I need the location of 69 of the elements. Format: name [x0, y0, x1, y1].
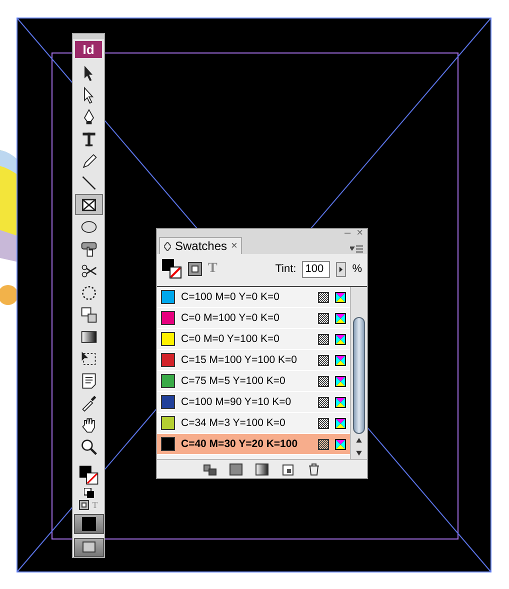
hand-icon	[80, 416, 98, 434]
close-button[interactable]: ×	[356, 229, 363, 237]
show-swatches-icon[interactable]	[203, 462, 217, 476]
container-icon[interactable]	[188, 262, 202, 276]
cmyk-icon	[335, 312, 346, 324]
updown-icon	[164, 242, 171, 250]
swatch-row[interactable]: C=100 M=0 Y=0 K=0	[157, 287, 350, 308]
app-logo: Id	[75, 40, 102, 58]
line-icon	[80, 174, 98, 192]
checker-icon	[318, 396, 329, 408]
dotted-circle-icon	[80, 284, 98, 302]
checker-icon	[318, 354, 329, 366]
normal-view-button[interactable]	[74, 514, 104, 534]
checker-icon	[318, 418, 329, 428]
gradient-swatches-icon[interactable]	[255, 462, 269, 476]
container-icon[interactable]	[79, 500, 90, 510]
swatch-row[interactable]: C=75 M=5 Y=100 K=0	[157, 371, 350, 392]
squares-icon	[80, 306, 98, 324]
swatch-name: C=40 M=30 Y=20 K=100	[181, 438, 299, 450]
checker-icon	[318, 438, 329, 450]
cmyk-icon	[335, 354, 346, 366]
swatch-name: C=100 M=90 Y=10 K=0	[181, 396, 292, 408]
preview-mode-button[interactable]	[74, 538, 104, 558]
percent-sign: %	[352, 263, 362, 275]
trash-icon[interactable]	[307, 462, 321, 476]
scroll-thumb[interactable]	[353, 317, 365, 434]
hand-pointer-icon	[80, 240, 98, 258]
eyedropper-icon	[80, 394, 98, 412]
color-swatches-icon[interactable]	[229, 462, 243, 476]
swatch-row[interactable]: C=0 M=0 Y=100 K=0	[157, 329, 350, 350]
checker-icon	[318, 334, 329, 344]
swatch-row[interactable]: C=15 M=100 Y=100 K=0	[157, 350, 350, 371]
swatch-name: C=75 M=5 Y=100 K=0	[181, 375, 286, 387]
swatch-row[interactable]: C=100 M=90 Y=10 K=0	[157, 392, 350, 413]
swatch-name: C=100 M=0 Y=0 K=0	[181, 291, 280, 303]
swatch-name: C=0 M=0 Y=100 K=0	[181, 333, 280, 345]
frame-tool[interactable]	[74, 194, 102, 216]
minimize-button[interactable]: –	[344, 229, 351, 237]
menu-icon[interactable]	[350, 245, 363, 254]
swatch-name: C=34 M=3 Y=100 K=0	[181, 417, 286, 429]
cmyk-icon	[335, 376, 346, 386]
scissors-icon	[80, 262, 98, 280]
zoom-icon	[80, 438, 98, 456]
checker-icon	[318, 312, 329, 324]
screen-icon	[82, 541, 96, 554]
swatch-row[interactable]: C=40 M=30 Y=20 K=100	[157, 434, 350, 455]
cmyk-icon	[335, 396, 346, 408]
swatch-name: C=15 M=100 Y=100 K=0	[181, 354, 298, 366]
cmyk-icon	[335, 418, 346, 428]
new-swatch-icon[interactable]	[281, 462, 295, 476]
dashed-rectangle-icon	[80, 350, 98, 368]
checker-icon	[318, 292, 329, 302]
swatch-row[interactable]: C=0 M=100 Y=0 K=0	[157, 308, 350, 329]
tab-close-button[interactable]: ×	[231, 240, 238, 252]
tint-arrow-button[interactable]	[336, 262, 346, 276]
fill-stroke-icon[interactable]	[162, 259, 182, 279]
cmyk-icon	[335, 438, 346, 450]
type-icon	[80, 130, 98, 148]
note-icon	[80, 372, 98, 390]
tab-title: Swatches	[175, 239, 228, 253]
tint-label: Tint:	[275, 263, 296, 275]
tint-field[interactable]: 100	[302, 260, 330, 278]
panel-tab[interactable]: Swatches ×	[159, 237, 242, 254]
cmyk-icon	[335, 292, 346, 302]
swatch-name: C=0 M=100 Y=0 K=0	[181, 312, 280, 324]
default-colors-icon[interactable]	[84, 488, 94, 498]
cmyk-icon	[335, 334, 346, 344]
square-icon	[82, 516, 96, 531]
checker-icon	[318, 376, 329, 386]
